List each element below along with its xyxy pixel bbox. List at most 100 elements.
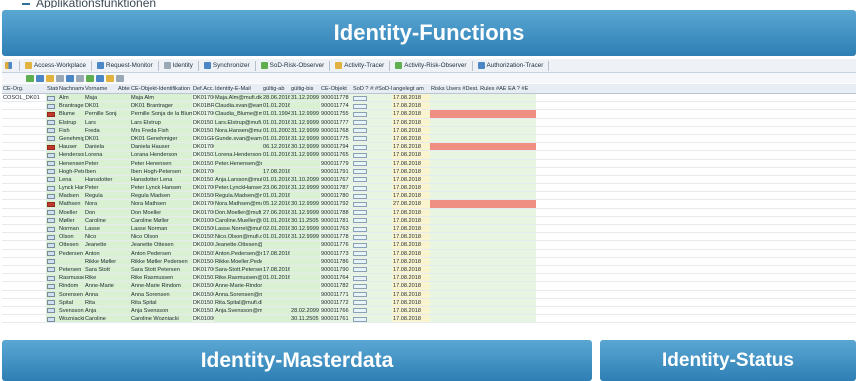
header-ce-id[interactable]: CE-Objekt-Identifikation bbox=[130, 84, 192, 93]
sod-checkbox-icon[interactable] bbox=[353, 234, 367, 240]
header-nachname[interactable]: Nachname bbox=[58, 84, 84, 93]
sod-checkbox-icon[interactable] bbox=[353, 201, 367, 207]
ce-id-cell: Jeanette Ottesen bbox=[130, 241, 192, 249]
email-cell bbox=[214, 167, 262, 175]
excel-icon[interactable] bbox=[86, 74, 94, 82]
table-row[interactable]: OttesenJeanette Jeanette OttesenDK010001J… bbox=[2, 241, 856, 250]
table-row[interactable]: Wozniacki Caroline Caroline Wozniacki DK010… bbox=[2, 315, 856, 324]
chart-icon[interactable] bbox=[106, 74, 114, 82]
sum-icon[interactable] bbox=[66, 74, 74, 82]
header-def-acc[interactable]: Def.Acc. bbox=[192, 84, 214, 93]
risk-cell bbox=[430, 265, 536, 274]
angelegt-cell: 17.08.2018 bbox=[392, 143, 430, 151]
sod-checkbox-icon[interactable] bbox=[353, 177, 367, 183]
toolbar-item-2[interactable]: Request-Monitor bbox=[94, 60, 156, 72]
header-risk-columns[interactable]: Risks Users #Dest. Rules #AE EA ? #E bbox=[430, 84, 536, 93]
sod-checkbox-icon[interactable] bbox=[353, 128, 367, 134]
table-row[interactable]: HenensenPeter Peter HenensenDK015010Peter… bbox=[2, 159, 856, 168]
sod-checkbox-icon[interactable] bbox=[353, 259, 367, 265]
sod-checkbox-icon[interactable] bbox=[353, 95, 367, 101]
table-row[interactable]: FishFreda Mrs Freda FishDK015016Nora.Hans… bbox=[2, 126, 856, 135]
sod-checkbox-icon[interactable] bbox=[353, 226, 367, 232]
sod-cell bbox=[352, 175, 374, 184]
sod-checkbox-icon[interactable] bbox=[353, 144, 367, 150]
header-ce-objekt[interactable]: CE-Objekt bbox=[320, 84, 352, 93]
table-row[interactable]: Lynck HansenPeter Peter Lynck HansenDK017… bbox=[2, 184, 856, 193]
table-row[interactable]: MadsenRegula Regula MadsenDK015003Regula.… bbox=[2, 192, 856, 201]
header-vorname[interactable]: Vorname bbox=[84, 84, 117, 93]
find-icon[interactable] bbox=[56, 74, 64, 82]
abteilung-cell bbox=[117, 151, 130, 159]
header-email[interactable]: Identity-E-Mail bbox=[214, 84, 262, 93]
sod-checkbox-icon[interactable] bbox=[353, 316, 367, 322]
sod-checkbox-icon[interactable] bbox=[353, 308, 367, 314]
header-angelegt[interactable]: angelegt am bbox=[392, 84, 430, 93]
table-row[interactable]: RasmussenRike Rike RasmussenDK015025Rike.… bbox=[2, 274, 856, 283]
sod-checkbox-icon[interactable] bbox=[353, 300, 367, 306]
table-row[interactable]: RindomAnne-Marie Anne-Marie RindomDK01500… bbox=[2, 282, 856, 291]
header-org[interactable]: CE-Org. bbox=[2, 84, 46, 93]
table-row[interactable]: Petersen Sara Stott Sara Stott Petersen DK0… bbox=[2, 265, 856, 275]
print-icon[interactable] bbox=[116, 74, 124, 82]
sod-checkbox-icon[interactable] bbox=[353, 242, 367, 248]
toolbar-item-4[interactable]: Synchronizer bbox=[201, 60, 253, 72]
export-icon[interactable] bbox=[76, 74, 84, 82]
table-row[interactable]: MøllerCaroline Caroline MøllerDK010004Car… bbox=[2, 216, 856, 225]
table-row[interactable]: ElstrupLars Lars ElstrupDK015012Lars.Elst… bbox=[2, 118, 856, 127]
def-acc-cell: DK015012 bbox=[192, 118, 214, 126]
toolbar-item-8[interactable]: Authorization-Tracer bbox=[475, 60, 547, 72]
sod-checkbox-icon[interactable] bbox=[353, 161, 367, 166]
toolbar-item-3[interactable]: Identity bbox=[161, 60, 196, 72]
toolbar-item-5[interactable]: SoD-Risk-Observer bbox=[258, 60, 328, 72]
sod-checkbox-icon[interactable] bbox=[353, 275, 367, 281]
sod-checkbox-icon[interactable] bbox=[353, 111, 367, 117]
table-row[interactable]: MathsenNora Nora MathsenDK017006Nora.Math… bbox=[2, 200, 856, 209]
table-row[interactable]: MoellerDon Don MoellerDK017001Don.Moeller… bbox=[2, 208, 856, 217]
table-row[interactable]: Rikke Møller Rikke Møller PedersenDK01504… bbox=[2, 257, 856, 266]
sod-checkbox-icon[interactable] bbox=[353, 267, 367, 273]
sod-checkbox-icon[interactable] bbox=[353, 218, 367, 224]
sod-checkbox-icon[interactable] bbox=[353, 185, 367, 191]
table-row[interactable]: COSOL_DK01 AlmMaja Maja AlmDK017002Maja.Al… bbox=[2, 94, 856, 103]
toolbar-item-6[interactable]: Activity-Tracer bbox=[332, 60, 387, 72]
sod-checkbox-icon[interactable] bbox=[353, 152, 367, 158]
header-abteilung[interactable]: Abteilung bbox=[117, 84, 130, 93]
table-row[interactable]: Hogh-PetersenIben Iben Hogh-PetersenDK017… bbox=[2, 167, 856, 176]
sod-checkbox-icon[interactable] bbox=[353, 103, 367, 109]
header-gueltig-bis[interactable]: gültig-bis bbox=[290, 84, 320, 93]
filter-icon[interactable] bbox=[26, 74, 34, 82]
table-row[interactable]: BlumePernille Sonja de Pernille Sonja de … bbox=[2, 110, 856, 119]
toolbar-item-0[interactable] bbox=[2, 60, 17, 72]
header-sod[interactable]: SoD ? #SoD-Req bbox=[352, 84, 374, 93]
table-row[interactable]: NormanLasse Lasse NormanDK015002Lasse.Nor… bbox=[2, 225, 856, 234]
header-status[interactable]: Status bbox=[46, 84, 58, 93]
layout-icon[interactable] bbox=[96, 74, 104, 82]
toolbar-item-7[interactable]: Activity-Risk-Observer bbox=[392, 60, 469, 72]
sod-checkbox-icon[interactable] bbox=[353, 120, 367, 126]
sod-cell bbox=[352, 184, 374, 192]
table-row[interactable]: SorensenAnna Anna SorensenDK015007Anna.So… bbox=[2, 290, 856, 299]
table-row[interactable]: HauserDaniela Daniela HauserDK017008 06.12… bbox=[2, 143, 856, 152]
sod-checkbox-icon[interactable] bbox=[353, 283, 367, 289]
table-row[interactable]: HendersonLorena Lorana HendersonDK015031L… bbox=[2, 151, 856, 160]
gueltig-bis-cell bbox=[290, 290, 320, 298]
table-row[interactable]: PedersenAnton Anton PedersenDK015055Anton… bbox=[2, 249, 856, 258]
sod-checkbox-icon[interactable] bbox=[353, 292, 367, 297]
sod-checkbox-icon[interactable] bbox=[353, 210, 367, 216]
sort-ascending-icon[interactable] bbox=[36, 74, 44, 82]
table-row[interactable]: LenaHansdotter Hansdotter LenaDK015018Anj… bbox=[2, 175, 856, 185]
table-row[interactable]: SpitalRita Rita SpitalDK015013Rita.Spital… bbox=[2, 298, 856, 307]
sort-descending-icon[interactable] bbox=[46, 74, 54, 82]
table-row[interactable]: SvenssonAnja Anja SvenssonDK015019Anja.Sv… bbox=[2, 306, 856, 316]
header-sod-mit[interactable]: #SoD-Mit bbox=[374, 84, 392, 93]
table-row[interactable]: OlsonNico Nico OlsonDK015053Nico.Olson@mu… bbox=[2, 233, 856, 242]
table-row[interactable]: GenehmigerDK01 DK01 GenehmigerDK01GENEGun… bbox=[2, 134, 856, 144]
table-row[interactable]: BrantragerDK01 DK01 BrantragerDK01BRANCla… bbox=[2, 102, 856, 111]
sod-checkbox-icon[interactable] bbox=[353, 136, 367, 142]
toolbar-item-1[interactable]: Access-Workplace bbox=[22, 60, 89, 72]
header-gueltig-ab[interactable]: gültig-ab bbox=[262, 84, 290, 93]
sod-checkbox-icon[interactable] bbox=[353, 169, 367, 175]
sod-checkbox-icon[interactable] bbox=[353, 251, 367, 257]
sod-checkbox-icon[interactable] bbox=[353, 193, 367, 199]
angelegt-cell: 17.08.2018 bbox=[392, 216, 430, 224]
